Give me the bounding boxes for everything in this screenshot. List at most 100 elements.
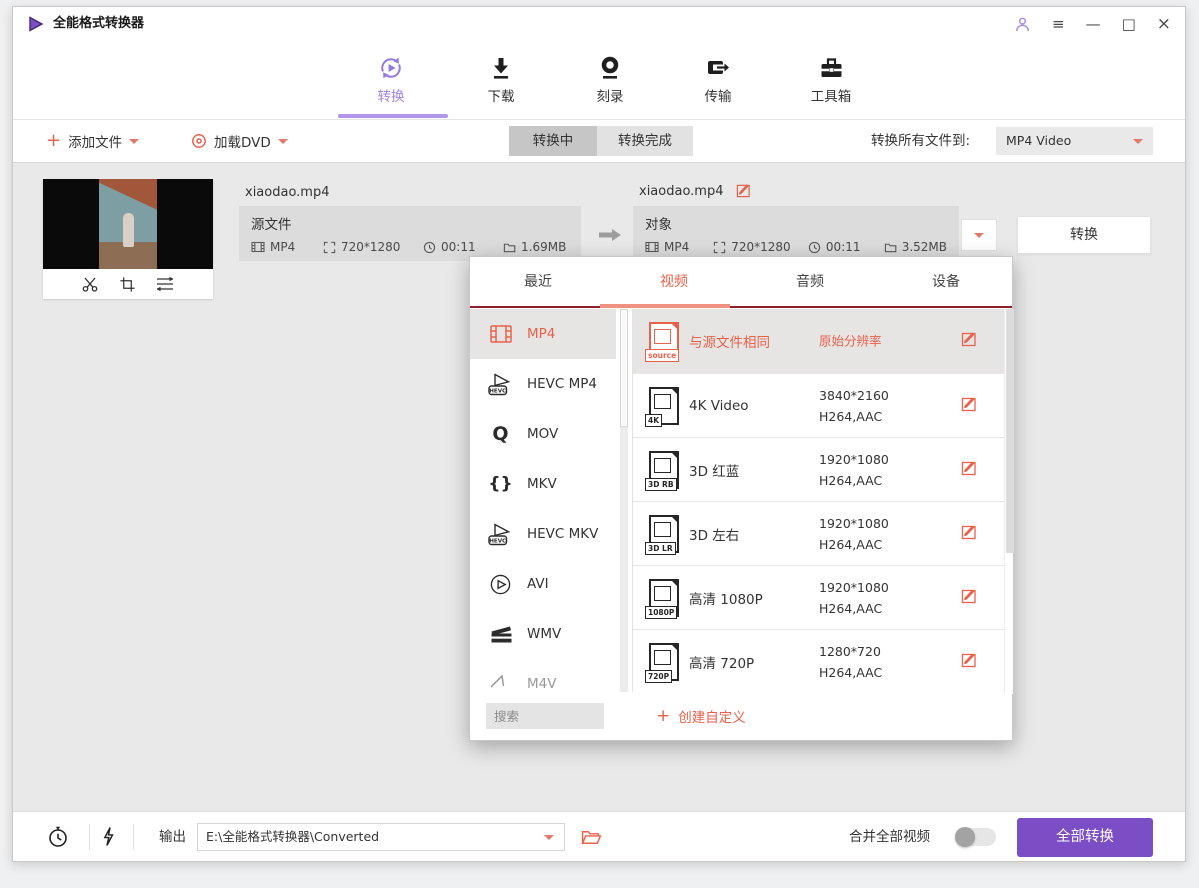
nav-tab-convert[interactable]: 转换	[346, 51, 436, 105]
format-item-mp4[interactable]: MP4	[470, 309, 616, 359]
preset-badge: 4K	[645, 414, 662, 427]
preset-resolution: 原始分辨率	[819, 333, 882, 348]
preset-codec: H264,AAC	[819, 406, 889, 427]
chevron-down-icon	[1133, 139, 1143, 144]
schedule-alarm-icon[interactable]	[46, 825, 70, 849]
search-input[interactable]	[486, 703, 604, 729]
preset-row-4k[interactable]: 4K 4K Video 3840*2160H264,AAC	[633, 374, 1004, 438]
source-format: MP4	[270, 240, 295, 254]
preset-list: source 与源文件相同 原始分辨率 4K 4K Video 3840*216…	[632, 309, 1004, 694]
mkv-braces-icon: {}	[487, 471, 514, 497]
title-bar: 全能格式转换器 ≡ — □ ×	[13, 7, 1185, 41]
convert-all-to-label: 转换所有文件到:	[871, 120, 970, 162]
preset-row-3d-lr[interactable]: 3D LR 3D 左右 1920*1080H264,AAC	[633, 502, 1004, 566]
minimize-icon[interactable]: —	[1086, 17, 1101, 32]
popup-tab-audio[interactable]: 音频	[742, 257, 878, 307]
preset-codec: H264,AAC	[819, 662, 882, 683]
merge-toggle[interactable]	[956, 828, 996, 846]
nav-tab-toolbox[interactable]: 工具箱	[786, 51, 876, 105]
nav-tab-burn[interactable]: 刻录	[565, 51, 655, 105]
popup-tab-recent[interactable]: 最近	[470, 257, 606, 307]
trim-scissors-icon[interactable]	[81, 275, 99, 293]
effects-sliders-icon[interactable]	[155, 276, 175, 292]
preset-file-icon: source	[649, 322, 679, 360]
load-dvd-button[interactable]: 加载DVD	[191, 120, 288, 162]
video-thumbnail-card	[43, 179, 213, 299]
open-folder-icon[interactable]	[581, 829, 602, 846]
source-box-label: 源文件	[251, 213, 569, 233]
edit-preset-icon[interactable]	[961, 524, 977, 544]
preset-file-icon: 4K	[649, 387, 679, 425]
output-format-select[interactable]: MP4 Video	[996, 127, 1153, 155]
rename-edit-icon[interactable]	[736, 183, 751, 202]
load-dvd-label: 加载DVD	[214, 131, 271, 151]
tab-completed[interactable]: 转换完成	[597, 126, 693, 156]
create-custom-button[interactable]: + 创建自定义	[656, 692, 746, 740]
format-label: HEVC MKV	[527, 526, 598, 542]
video-frame	[99, 179, 157, 269]
target-format: MP4	[664, 240, 689, 254]
clapperboard-icon	[487, 621, 514, 647]
format-item-hevc-mp4[interactable]: HEVC HEVC MP4	[470, 359, 616, 409]
toolbar: + 添加文件 加载DVD 转换中 转换完成 转换所有文件到: MP4 Video	[13, 120, 1185, 163]
format-item-hevc-mkv[interactable]: HEVC HEVC MKV	[470, 509, 616, 559]
preset-badge: 720P	[645, 670, 672, 683]
format-item-m4v[interactable]: M4V	[470, 659, 616, 694]
preset-row-1080p[interactable]: 1080P 高清 1080P 1920*1080H264,AAC	[633, 566, 1004, 630]
format-item-mkv[interactable]: {} MKV	[470, 459, 616, 509]
format-item-mov[interactable]: Q MOV	[470, 409, 616, 459]
film-icon	[645, 240, 659, 254]
target-format-dropdown-button[interactable]	[961, 219, 997, 251]
hevc-play-icon: HEVC	[487, 371, 514, 397]
edit-preset-icon[interactable]	[961, 652, 977, 672]
scrollbar-thumb[interactable]	[1006, 309, 1014, 553]
edit-preset-icon[interactable]	[961, 396, 977, 416]
merge-all-label: 合并全部视频	[849, 812, 930, 862]
source-meta-row: MP4 720*1280 00:11 1.69MB	[251, 240, 569, 254]
popup-tab-video[interactable]: 视频	[606, 257, 742, 307]
output-path-select[interactable]: E:\全能格式转换器\Converted	[197, 823, 565, 851]
preset-codec: H264,AAC	[819, 534, 889, 555]
app-title: 全能格式转换器	[53, 7, 144, 41]
user-icon[interactable]	[1014, 16, 1031, 33]
popup-tab-device[interactable]: 设备	[878, 257, 1014, 307]
toolbox-icon	[786, 51, 876, 85]
preset-row-same-as-source[interactable]: source 与源文件相同 原始分辨率	[633, 309, 1004, 374]
preset-row-3d-rb[interactable]: 3D RB 3D 红蓝 1920*1080H264,AAC	[633, 438, 1004, 502]
preset-badge: 3D LR	[645, 542, 676, 555]
format-label: M4V	[527, 676, 556, 692]
preset-list-scrollbar[interactable]	[1004, 309, 1013, 694]
target-meta-row: MP4 720*1280 00:11 3.52MB	[645, 240, 947, 254]
edit-preset-icon[interactable]	[961, 331, 977, 351]
format-item-avi[interactable]: AVI	[470, 559, 616, 609]
video-thumbnail[interactable]	[43, 179, 213, 269]
high-speed-bolt-icon[interactable]	[101, 826, 116, 847]
edit-preset-icon[interactable]	[961, 588, 977, 608]
preset-row-720p[interactable]: 720P 高清 720P 1280*720H264,AAC	[633, 630, 1004, 694]
source-resolution: 720*1280	[341, 240, 400, 254]
nav-tab-download[interactable]: 下载	[456, 51, 546, 105]
edit-preset-icon[interactable]	[961, 460, 977, 480]
convert-button[interactable]: 转换	[1017, 216, 1151, 254]
format-item-wmv[interactable]: WMV	[470, 609, 616, 659]
menu-icon[interactable]: ≡	[1052, 17, 1065, 32]
tab-converting[interactable]: 转换中	[509, 126, 597, 156]
close-icon[interactable]: ×	[1157, 16, 1171, 33]
nav-tab-transfer[interactable]: 传输	[673, 51, 763, 105]
maximize-icon[interactable]: □	[1122, 17, 1136, 32]
svg-text:HEVC: HEVC	[489, 388, 506, 394]
quicktime-q-icon: Q	[487, 421, 514, 447]
preset-resolution: 1920*1080	[819, 448, 889, 469]
format-list-scrollbar	[616, 309, 632, 694]
clock-icon	[423, 241, 436, 254]
source-duration: 00:11	[441, 240, 476, 254]
scrollbar-thumb[interactable]	[620, 309, 628, 427]
preset-codec: H264,AAC	[819, 598, 889, 619]
add-files-button[interactable]: + 添加文件	[46, 120, 139, 162]
convert-all-button[interactable]: 全部转换	[1017, 818, 1153, 857]
convert-icon	[346, 51, 436, 85]
crop-icon[interactable]	[119, 276, 136, 293]
clock-icon	[808, 241, 821, 254]
scrollbar-track[interactable]	[620, 309, 628, 694]
output-path-value: E:\全能格式转换器\Converted	[206, 829, 379, 844]
